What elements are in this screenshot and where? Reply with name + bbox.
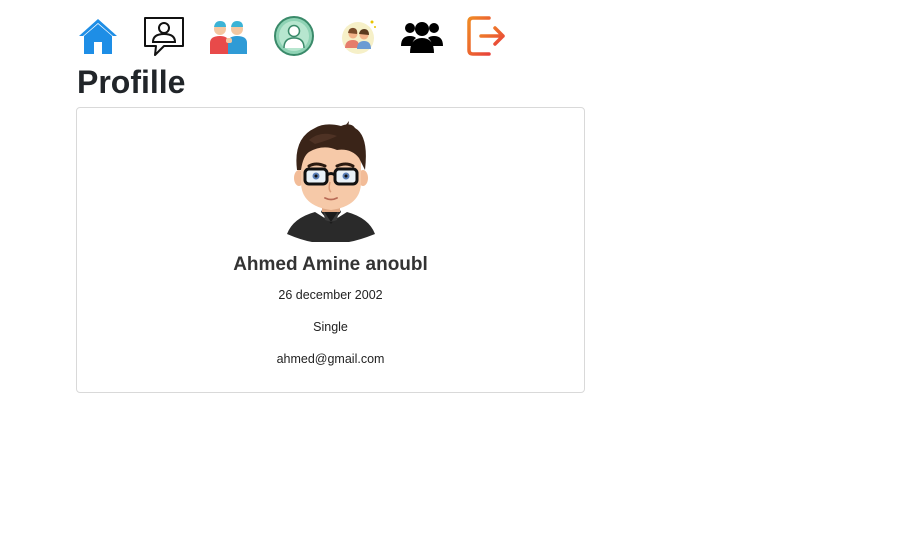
home-icon: [79, 19, 117, 54]
nav-logout-button[interactable]: [465, 14, 509, 58]
nav-friends-button[interactable]: [207, 14, 251, 58]
nav-group-button[interactable]: [400, 14, 444, 58]
logout-icon: [467, 16, 505, 56]
nav-user-button[interactable]: [272, 14, 316, 58]
user-circle-icon: [274, 16, 314, 56]
profile-card: Ahmed Amine anoubl 26 december 2002 Sing…: [76, 107, 585, 393]
profile-status: Single: [313, 320, 348, 334]
top-nav: [76, 14, 516, 58]
nav-couple-button[interactable]: [337, 14, 381, 58]
profile-birthdate: 26 december 2002: [278, 288, 383, 302]
nav-home-button[interactable]: [76, 14, 120, 58]
couple-icon: [342, 20, 376, 54]
nav-profile-button[interactable]: [142, 14, 186, 58]
profile-email: ahmed@gmail.com: [276, 352, 385, 366]
profile-name: Ahmed Amine anoubl: [233, 254, 428, 275]
avatar-illustration: [287, 121, 375, 242]
page-title: Profille: [77, 64, 186, 100]
profile-chat-icon: [144, 17, 184, 56]
friends-icon: [210, 21, 247, 54]
avatar: [285, 120, 377, 242]
group-icon: [401, 22, 443, 53]
